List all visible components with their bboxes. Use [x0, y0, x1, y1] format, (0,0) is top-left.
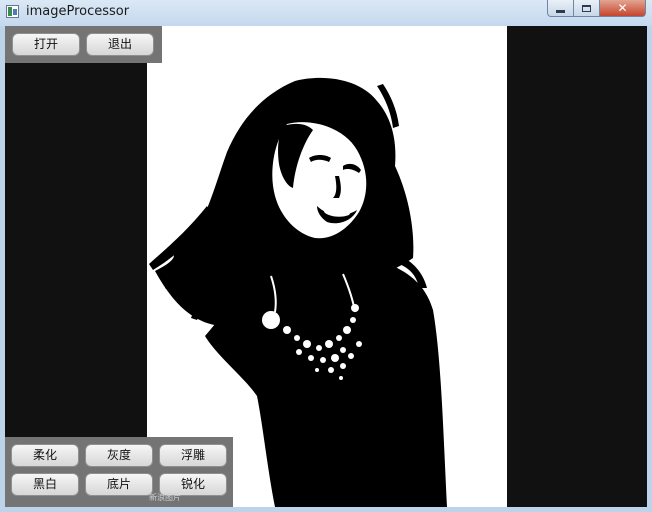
app-window-icon [6, 5, 19, 18]
filter-button-panel: 柔化 灰度 浮雕 黑白 底片 锐化 [5, 437, 233, 507]
grayscale-button[interactable]: 灰度 [85, 444, 153, 467]
close-button[interactable]: ✕ [600, 0, 646, 17]
title-bar[interactable]: imageProcessor ✕ [0, 0, 652, 26]
minimize-icon [556, 9, 565, 13]
image-view: 打开 退出 柔化 灰度 浮雕 黑白 底片 锐化 新浪图片 [5, 26, 647, 507]
image-watermark: 新浪图片 [149, 493, 181, 502]
emboss-button[interactable]: 浮雕 [159, 444, 227, 467]
exit-button[interactable]: 退出 [86, 33, 154, 56]
open-button[interactable]: 打开 [12, 33, 80, 56]
window-title: imageProcessor [26, 4, 130, 19]
soften-button[interactable]: 柔化 [11, 444, 79, 467]
maximize-button[interactable] [574, 0, 600, 17]
portrait-silhouette [149, 77, 447, 507]
processed-image [147, 26, 507, 507]
blackwhite-button[interactable]: 黑白 [11, 473, 79, 496]
minimize-button[interactable] [547, 0, 574, 17]
app-window: imageProcessor ✕ 打开 退出 柔化 灰度 浮雕 黑白 底片 锐化… [0, 0, 652, 512]
maximize-icon [582, 4, 591, 12]
caption-buttons: ✕ [547, 0, 646, 18]
negative-button[interactable]: 底片 [85, 473, 153, 496]
top-button-panel: 打开 退出 [5, 26, 162, 63]
close-icon: ✕ [617, 1, 628, 15]
